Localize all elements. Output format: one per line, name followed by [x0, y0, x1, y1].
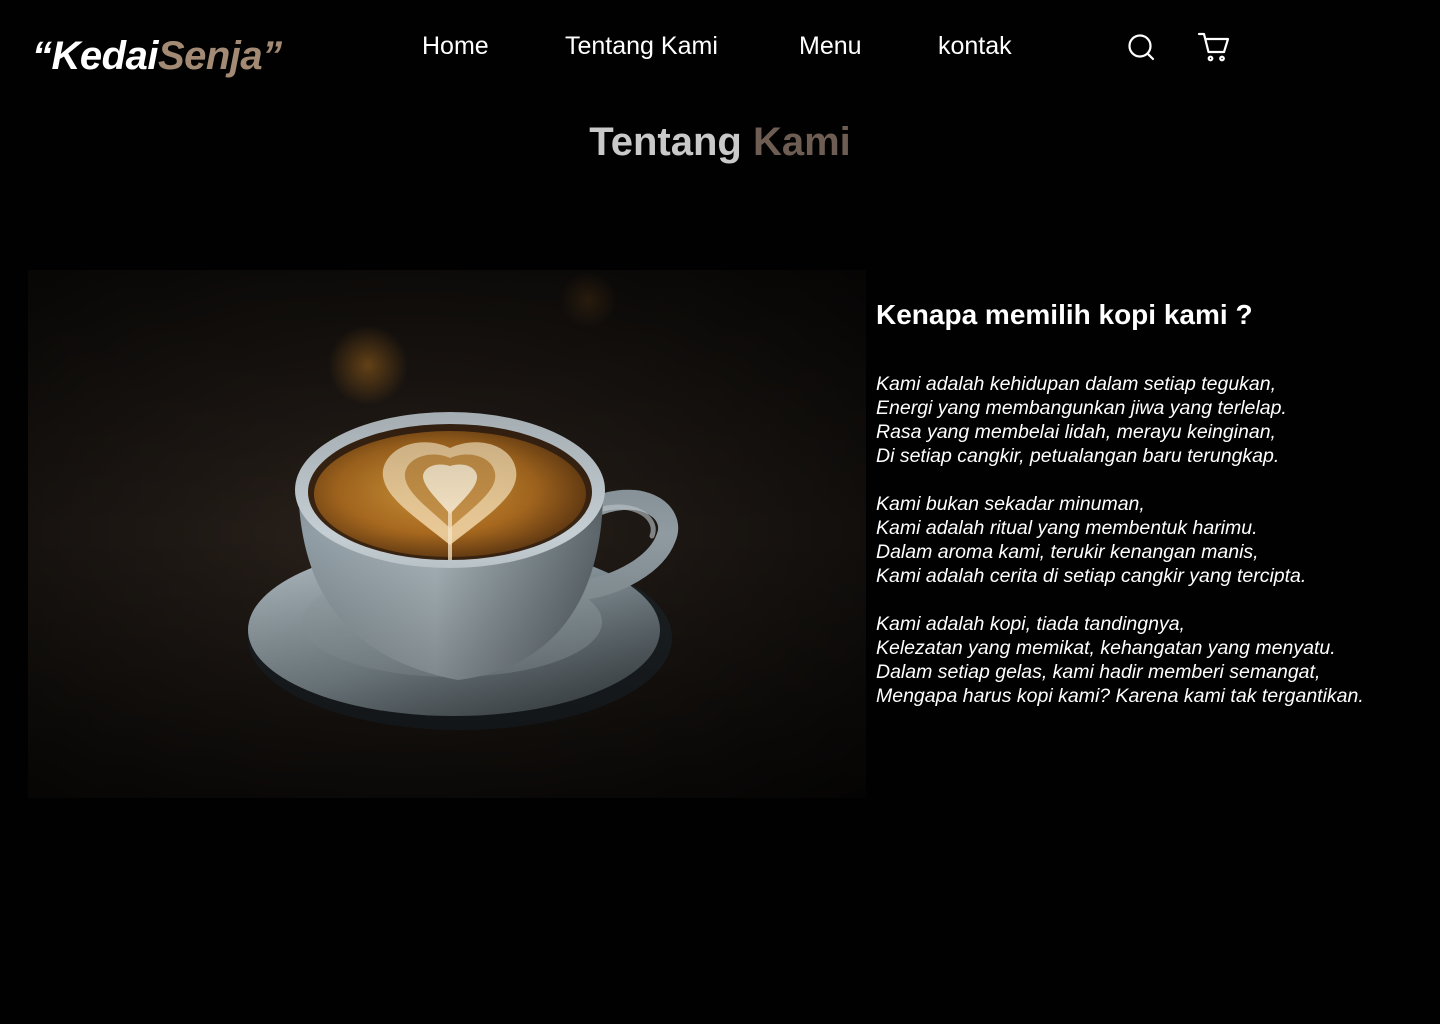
poem-line: Dalam aroma kami, terukir kenangan manis… — [876, 541, 1259, 563]
poem-line: Kelezatan yang memikat, kehangatan yang … — [876, 637, 1336, 659]
navbar: “KedaiSenja” Home Tentang Kami Menu kont… — [0, 0, 1440, 94]
brand-logo-part2: Senja” — [157, 34, 282, 78]
poem-line: Kami adalah kehidupan dalam setiap teguk… — [876, 373, 1277, 395]
poem-stanza-2: Kami bukan sekadar minuman, Kami adalah … — [876, 492, 1436, 588]
poem-line: Mengapa harus kopi kami? Karena kami tak… — [876, 685, 1364, 707]
poem-stanza-3: Kami adalah kopi, tiada tandingnya, Kele… — [876, 612, 1436, 708]
coffee-cup-image — [28, 270, 866, 798]
nav-link-home[interactable]: Home — [422, 30, 489, 62]
about-heading: Kenapa memilih kopi kami ? — [876, 299, 1253, 330]
nav-link-kontak[interactable]: kontak — [938, 30, 1012, 62]
nav-link-menu[interactable]: Menu — [799, 30, 862, 62]
section-title-part1: Tentang — [589, 120, 742, 164]
poem-line: Energi yang membangunkan jiwa yang terle… — [876, 397, 1287, 419]
nav-link-tentang-kami[interactable]: Tentang Kami — [565, 30, 718, 62]
poem-line: Kami adalah kopi, tiada tandingnya, — [876, 613, 1185, 635]
brand-logo-part1: “Kedai — [32, 34, 158, 78]
search-icon[interactable] — [1124, 30, 1158, 64]
section-title: Tentang Kami — [0, 116, 1440, 168]
poem-line: Kami adalah ritual yang membentuk harimu… — [876, 517, 1258, 539]
about-poem: Kami adalah kehidupan dalam setiap teguk… — [876, 372, 1436, 732]
poem-line: Kami adalah cerita di setiap cangkir yan… — [876, 565, 1307, 587]
poem-line: Rasa yang membelai lidah, merayu keingin… — [876, 421, 1276, 443]
poem-line: Di setiap cangkir, petualangan baru teru… — [876, 445, 1280, 467]
section-title-part2: Kami — [752, 120, 851, 164]
poem-stanza-1: Kami adalah kehidupan dalam setiap teguk… — [876, 372, 1436, 468]
brand-logo[interactable]: “KedaiSenja” — [32, 32, 282, 80]
cart-icon[interactable] — [1197, 30, 1231, 64]
poem-line: Dalam setiap gelas, kami hadir memberi s… — [876, 661, 1321, 683]
poem-line: Kami bukan sekadar minuman, — [876, 493, 1145, 515]
